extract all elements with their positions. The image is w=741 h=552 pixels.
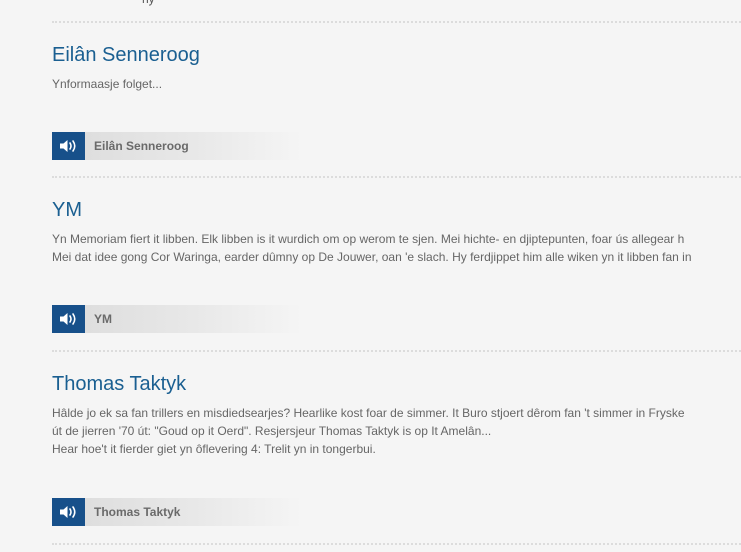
description-line: Yn Memoriam fiert it libben. Elk libben … <box>52 232 685 246</box>
audio-label: Eilân Senneroog <box>85 132 302 160</box>
audio-label: YM <box>85 305 302 333</box>
description-line: Ynformaasje folget... <box>52 77 163 91</box>
description-line: Hear hoe't it fierder giet yn ôflevering… <box>52 442 376 456</box>
description-line: Hâlde jo ek sa fan trillers en misdiedse… <box>52 406 685 420</box>
program-title-link[interactable]: Eilân Senneroog <box>52 43 741 67</box>
program-item: YM Yn Memoriam fiert it libben. Elk libb… <box>52 198 741 266</box>
audio-play-bar[interactable]: Thomas Taktyk <box>52 498 302 526</box>
audio-play-bar[interactable]: Eilân Senneroog <box>52 132 302 160</box>
program-description: Hâlde jo ek sa fan trillers en misdiedse… <box>52 404 741 458</box>
program-item: Eilân Senneroog Ynformaasje folget... <box>52 43 741 93</box>
audio-play-bar[interactable]: YM <box>52 305 302 333</box>
program-list-page: ny Eilân Senneroog Ynformaasje folget...… <box>0 0 741 552</box>
divider <box>52 543 741 545</box>
play-audio-button[interactable] <box>52 498 85 526</box>
divider <box>52 176 741 178</box>
play-audio-button[interactable] <box>52 305 85 333</box>
divider <box>52 21 741 23</box>
previous-item-text-fragment: ny <box>142 0 155 6</box>
program-title-link[interactable]: Thomas Taktyk <box>52 372 741 396</box>
speaker-icon <box>59 313 76 325</box>
play-audio-button[interactable] <box>52 132 85 160</box>
speaker-icon <box>59 506 76 518</box>
divider <box>52 350 741 352</box>
program-item: Thomas Taktyk Hâlde jo ek sa fan triller… <box>52 372 741 458</box>
speaker-icon <box>59 140 76 152</box>
program-description: Ynformaasje folget... <box>52 75 741 93</box>
program-description: Yn Memoriam fiert it libben. Elk libben … <box>52 230 741 266</box>
description-line: Mei dat idee gong Cor Waringa, earder dû… <box>52 250 692 264</box>
audio-label: Thomas Taktyk <box>85 498 302 526</box>
program-title-link[interactable]: YM <box>52 198 741 222</box>
description-line: út de jierren '70 út: "Goud op it Oerd".… <box>52 424 492 438</box>
